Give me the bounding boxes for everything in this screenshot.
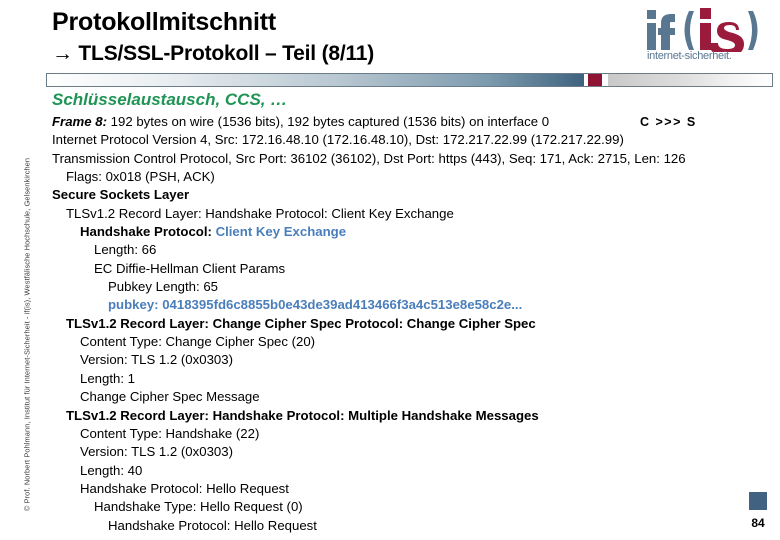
capture-line: Handshake Protocol: Hello Request [52,480,768,498]
capture-line: TLSv1.2 Record Layer: Change Cipher Spec… [52,315,768,333]
section-heading: Schlüsselaustausch, CCS, … [52,90,288,109]
capture-line: Content Type: Handshake (22) [52,425,768,443]
capture-line-text: Version: TLS 1.2 (0x0303) [80,444,233,460]
capture-line: Handshake Protocol: Client Key Exchange [52,223,768,241]
capture-line: Version: TLS 1.2 (0x0303) [52,351,768,369]
page-subtitle: → TLS/SSL-Protokoll – Teil (8/11) [52,42,375,65]
progress-rule-filled [47,74,584,86]
capture-line-text: Handshake Type: Hello Request (0) [94,499,303,515]
capture-line: Pubkey Length: 65 [52,278,768,296]
capture-line: Internet Protocol Version 4, Src: 172.16… [52,131,768,149]
capture-line: Handshake Type: Hello Request (0) [52,498,768,516]
page-title: Protokollmitschnitt [52,8,276,36]
capture-line: TLSv1.2 Record Layer: Handshake Protocol… [52,407,768,425]
capture-line: Transmission Control Protocol, Src Port:… [52,150,768,168]
capture-line-value: Client Key Exchange [215,224,347,240]
capture-line-text: Transmission Control Protocol, Src Port:… [52,150,686,166]
capture-line-text: TLSv1.2 Record Layer: Change Cipher Spec… [66,315,536,331]
slide-root: Protokollmitschnitt → TLS/SSL-Protokoll … [0,0,780,540]
capture-line-text: Handshake Protocol: Hello Request [80,480,289,496]
progress-rule-remaining [608,74,772,86]
capture-line-text: EC Diffie-Hellman Client Params [94,260,286,276]
capture-line: EC Diffie-Hellman Client Params [52,260,768,278]
ifis-logo: internet-sicherheit. [643,8,773,66]
capture-line-text: 192 bytes on wire (1536 bits), 192 bytes… [106,114,550,129]
capture-line: Length: 1 [52,370,768,388]
packet-capture-listing: C >>> S Frame 8: 192 bytes on wire (1536… [52,113,768,535]
capture-line-text: Length: 66 [94,242,157,258]
capture-line: Handshake Protocol: Hello Request [52,517,768,535]
capture-line-text: Secure Sockets Layer [52,187,190,203]
progress-rule [46,73,773,87]
capture-line-keyword: Frame 8: [52,114,107,129]
capture-line-text: Length: 40 [80,462,143,478]
capture-line: Frame 8: 192 bytes on wire (1536 bits), … [52,113,768,131]
capture-line-text: Pubkey Length: 65 [108,279,218,295]
capture-line: Content Type: Change Cipher Spec (20) [52,333,768,351]
capture-line: Secure Sockets Layer [52,186,768,204]
footer-decoration-square [749,492,767,510]
capture-line: Version: TLS 1.2 (0x0303) [52,443,768,461]
capture-line-text: Content Type: Handshake (22) [80,425,260,441]
capture-line-text: Change Cipher Spec Message [80,389,260,405]
capture-line: Change Cipher Spec Message [52,388,768,406]
capture-line-label: Handshake Protocol: [80,224,216,240]
capture-line-text: Length: 1 [80,370,135,386]
capture-line: Length: 66 [52,241,768,259]
ifis-logo-caption: internet-sicherheit. [647,50,732,62]
page-number: 84 [751,516,765,530]
capture-line: pubkey: 0418395fd6c8855b0e43de39ad413466… [52,296,768,314]
capture-line-text: Internet Protocol Version 4, Src: 172.16… [52,132,624,148]
ifis-logo-svg [647,8,758,56]
capture-line-pubkey: pubkey: 0418395fd6c8855b0e43de39ad413466… [108,297,523,313]
capture-line-text: Version: TLS 1.2 (0x0303) [80,352,233,368]
capture-line-text: Handshake Protocol: Hello Request [108,517,317,533]
capture-line: TLSv1.2 Record Layer: Handshake Protocol… [52,205,768,223]
capture-line: Length: 40 [52,462,768,480]
progress-rule-marker [588,74,602,86]
copyright-notice: © Prof. Norbert Pohlmann, Institut für I… [22,157,32,512]
capture-line: Flags: 0x018 (PSH, ACK) [52,168,768,186]
capture-line-text: TLSv1.2 Record Layer: Handshake Protocol… [66,407,539,423]
capture-line-text: TLSv1.2 Record Layer: Handshake Protocol… [66,205,454,221]
capture-line-text: Flags: 0x018 (PSH, ACK) [66,169,215,185]
ifis-logo-mark [643,8,771,56]
capture-line-text: Content Type: Change Cipher Spec (20) [80,334,316,350]
